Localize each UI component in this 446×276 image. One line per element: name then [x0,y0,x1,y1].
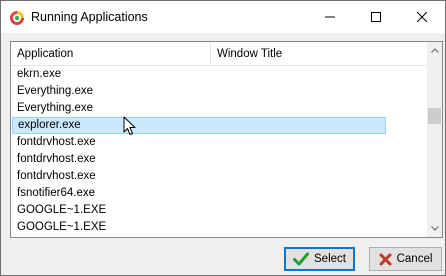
list-item[interactable]: ekrn.exe [11,66,427,83]
list-item[interactable]: Everything.exe [11,100,427,117]
list-item[interactable]: fsnotifier64.exe [11,185,427,202]
close-icon [417,12,427,22]
list-item[interactable]: fontdrvhost.exe [11,134,427,151]
minimize-icon [325,16,335,18]
scrollbar-thumb[interactable] [428,108,441,124]
scroll-down-button[interactable] [427,220,442,237]
x-icon [379,253,392,266]
cancel-button[interactable]: Cancel [369,247,442,271]
mouse-pointer-icon [123,116,137,136]
vertical-scrollbar[interactable] [427,42,442,237]
cancel-button-label: Cancel [396,253,433,265]
select-button-label: Select [314,253,346,265]
application-name: fontdrvhost.exe [17,170,96,182]
application-name: fsnotifier64.exe [17,187,95,199]
application-name: fontdrvhost.exe [17,153,96,165]
scroll-up-button[interactable] [427,42,442,59]
application-name: GOOGLE~1.EXE [17,204,107,216]
list-item[interactable]: fontdrvhost.exe [11,168,427,185]
application-name: Everything.exe [17,85,94,97]
application-name: explorer.exe [18,119,81,131]
title-bar: Running Applications [1,1,445,33]
select-button[interactable]: Select [284,247,355,271]
application-name: ekrn.exe [17,68,62,80]
application-name: Everything.exe [17,102,94,114]
chevron-up-icon [430,48,439,53]
close-button[interactable] [399,1,445,33]
applications-list[interactable]: Application Window Title ekrn.exe Everyt… [10,41,443,238]
application-name: fontdrvhost.exe [17,136,96,148]
list-item-selected[interactable]: explorer.exe [12,117,386,134]
column-header-application[interactable]: Application [11,42,211,66]
list-item[interactable]: GOOGLE~1.EXE [11,202,427,219]
list-rows: ekrn.exe Everything.exe Everything.exe e… [11,66,427,237]
minimize-button[interactable] [307,1,353,33]
app-logo-icon [9,10,25,26]
window-title: Running Applications [31,10,148,24]
chevron-down-icon [430,226,439,231]
application-name: GOOGLE~1.EXE [17,221,107,233]
column-header-window-title[interactable]: Window Title [211,42,427,66]
list-header: Application Window Title [11,42,427,66]
check-icon [293,252,310,266]
list-item[interactable]: Everything.exe [11,83,427,100]
maximize-button[interactable] [353,1,399,33]
maximize-icon [371,12,381,22]
list-item[interactable]: GOOGLE~1.EXE [11,219,427,236]
running-applications-dialog: Running Applications Application Window … [0,0,446,276]
list-item[interactable]: fontdrvhost.exe [11,151,427,168]
